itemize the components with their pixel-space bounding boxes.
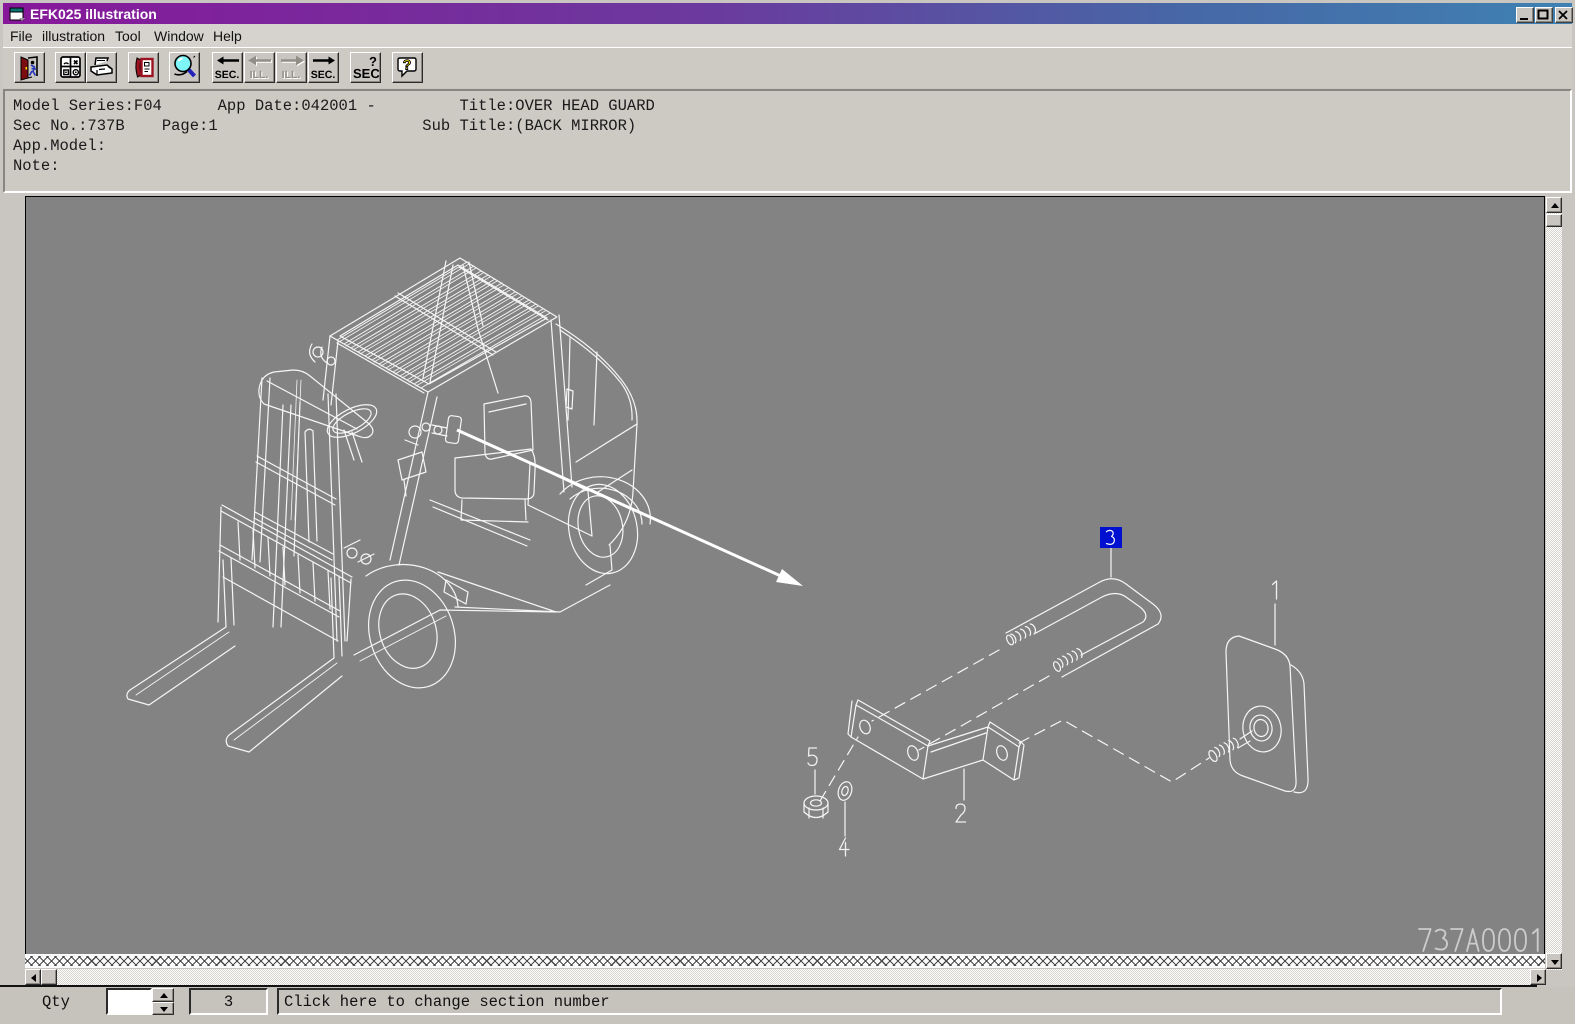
svg-text:?: ? [403, 57, 412, 73]
svg-text:ILL.: ILL. [250, 69, 269, 81]
svg-text:?: ? [369, 54, 377, 69]
svg-text:SEC.: SEC. [215, 69, 240, 81]
svg-text:SEC.: SEC. [311, 69, 336, 81]
svg-text:ILL.: ILL. [282, 69, 301, 81]
